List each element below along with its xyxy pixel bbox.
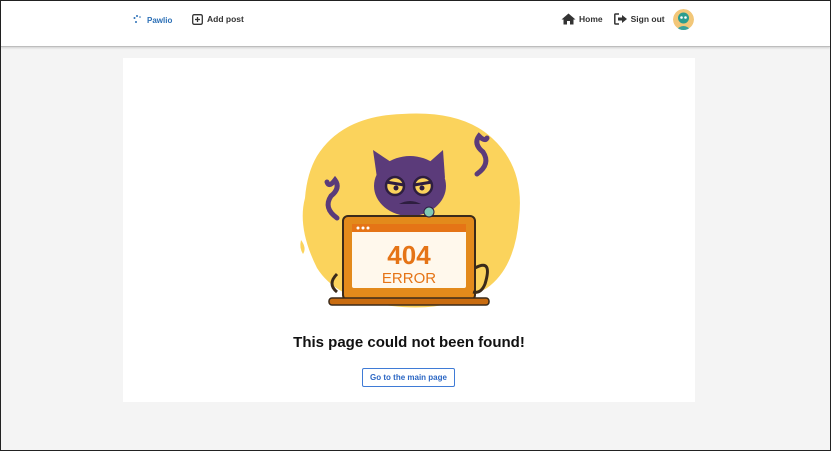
error-word-text: ERROR (382, 270, 436, 287)
sign-out-label: Sign out (630, 14, 665, 24)
nav-right-group: Home Sign out (561, 8, 694, 30)
paw-icon (133, 15, 141, 23)
error-code-text: 404 (387, 240, 431, 270)
sign-out-link[interactable]: Sign out (613, 13, 665, 25)
cat-404-illustration: 404 ERROR (300, 113, 520, 308)
brand-logo-link[interactable]: Pawlio (132, 13, 172, 27)
go-to-main-page-button[interactable]: Go to the main page (362, 368, 455, 387)
error-message: This page could not been found! (293, 334, 525, 351)
brand-name: Pawlio (147, 15, 173, 25)
avatar-image (672, 8, 694, 30)
home-icon (561, 13, 576, 25)
add-post-label: Add post (207, 14, 244, 24)
plus-square-icon (192, 13, 203, 25)
sign-out-icon (613, 13, 627, 25)
top-navbar: Pawlio Add post Home Sign out (1, 1, 830, 47)
user-avatar[interactable] (672, 8, 694, 30)
home-label: Home (579, 14, 603, 24)
error-card: 404 ERROR This page could not been found… (123, 58, 695, 402)
add-post-link[interactable]: Add post (192, 12, 244, 26)
home-link[interactable]: Home (561, 13, 603, 25)
